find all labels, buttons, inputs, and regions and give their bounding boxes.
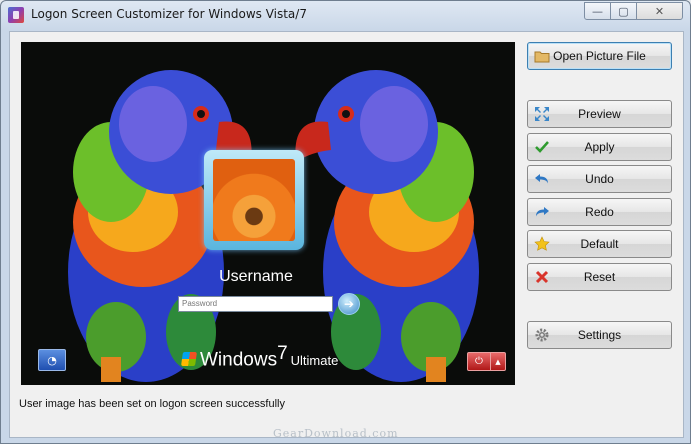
default-label: Default — [580, 237, 619, 251]
brand-edition: Ultimate — [290, 353, 339, 369]
reset-button[interactable]: Reset — [527, 263, 672, 291]
apply-label: Apply — [584, 140, 615, 154]
brand-windows: Windows — [200, 349, 278, 371]
brand-version: 7 — [277, 343, 288, 364]
redo-label: Redo — [585, 205, 614, 219]
minimize-button[interactable]: — — [584, 2, 611, 20]
reset-label: Reset — [583, 270, 616, 284]
title-bar[interactable]: Logon Screen Customizer for Windows Vist… — [1, 1, 690, 29]
open-picture-button[interactable]: Open Picture File — [527, 42, 672, 70]
windows-logo-icon — [181, 352, 197, 367]
app-icon — [8, 7, 24, 23]
settings-label: Settings — [577, 328, 622, 342]
undo-button[interactable]: Undo — [527, 165, 672, 193]
client-area: Username Password ➔ ◔ Windows7 Ultimate ⏻… — [9, 31, 684, 438]
power-icon[interactable]: ⏻ — [467, 352, 491, 371]
user-tile[interactable] — [204, 150, 304, 250]
window-title: Logon Screen Customizer for Windows Vist… — [31, 7, 307, 21]
password-field[interactable]: Password — [178, 296, 333, 312]
open-picture-label: Open Picture File — [553, 49, 646, 63]
close-button[interactable]: ✕ — [636, 2, 683, 20]
status-text: User image has been set on logon screen … — [19, 398, 285, 410]
username-label: Username — [219, 268, 293, 285]
watermark: GearDownload.com — [273, 427, 399, 440]
parrot-right-image — [295, 70, 479, 382]
app-window: Logon Screen Customizer for Windows Vist… — [0, 0, 691, 444]
default-button[interactable]: Default — [527, 230, 672, 258]
chevron-up-icon[interactable]: ▲ — [490, 352, 506, 371]
windows-brand: Windows7 Ultimate — [181, 343, 339, 371]
user-picture — [213, 159, 295, 241]
preview-label: Preview — [578, 107, 621, 121]
apply-button[interactable]: Apply — [527, 133, 672, 161]
undo-label: Undo — [585, 172, 614, 186]
preview-button[interactable]: Preview — [527, 100, 672, 128]
redo-button[interactable]: Redo — [527, 198, 672, 226]
logon-preview: Username Password ➔ ◔ Windows7 Ultimate ⏻… — [21, 42, 515, 385]
ease-of-access-icon[interactable]: ◔ — [38, 349, 66, 371]
arrow-right-icon[interactable]: ➔ — [338, 293, 360, 315]
settings-button[interactable]: Settings — [527, 321, 672, 349]
maximize-button[interactable]: ▢ — [610, 2, 637, 20]
